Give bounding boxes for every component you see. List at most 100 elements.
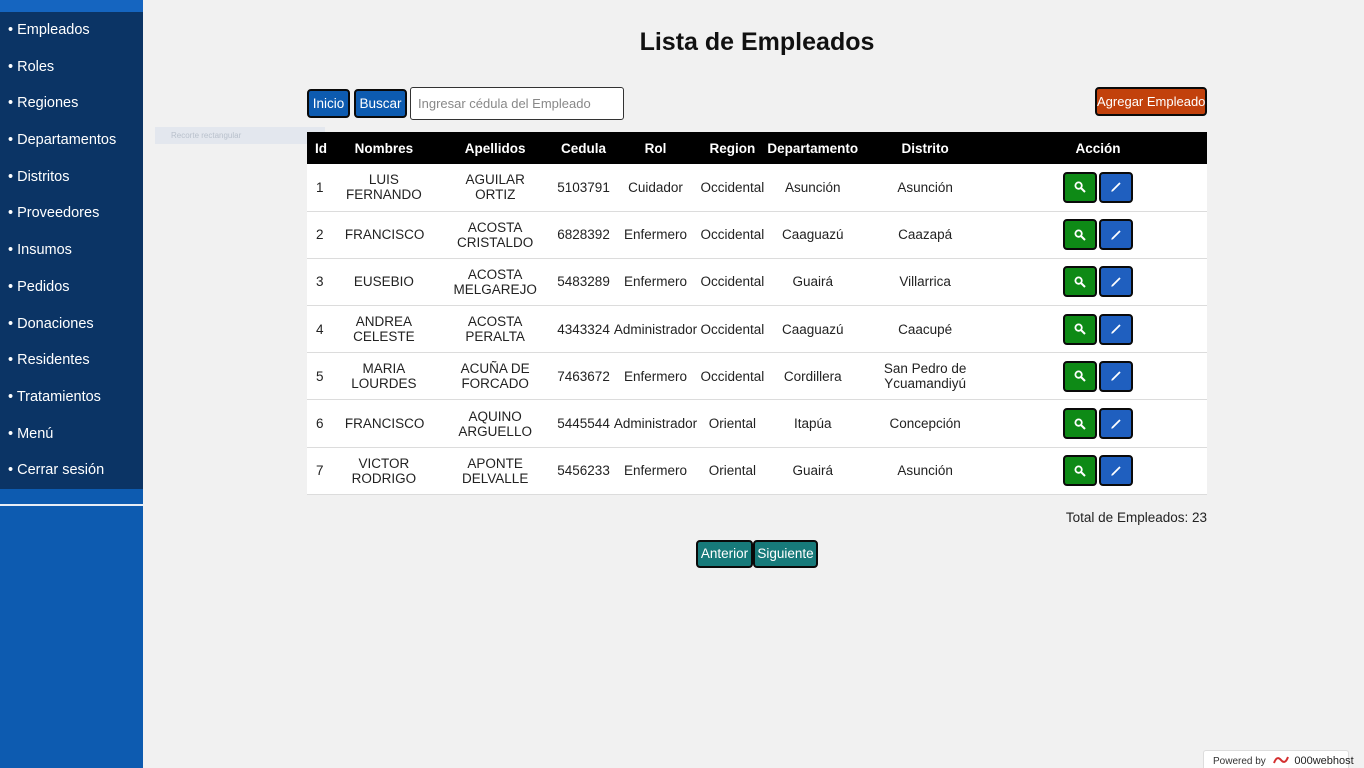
cell-distrito-text: Concepción <box>889 416 961 432</box>
cell-departamento: Caaguazú <box>764 211 861 258</box>
cell-departamento-text: Itapúa <box>794 416 832 432</box>
edit-button[interactable] <box>1098 266 1133 298</box>
cell-distrito-text: San Pedro de Ycuamandiyú <box>883 361 967 392</box>
pencil-icon <box>1110 418 1121 429</box>
cedula-search-input[interactable] <box>410 87 624 120</box>
buscar-button[interactable]: Buscar <box>354 89 407 118</box>
employees-table-container: Id Nombres Apellidos Cedula Rol Region D… <box>307 132 1207 495</box>
ghost-tooltip-label: Recorte rectangular <box>171 131 242 140</box>
edit-button[interactable] <box>1098 360 1133 392</box>
view-button[interactable] <box>1062 266 1097 298</box>
powered-by-brand: 000webhost <box>1294 755 1354 767</box>
cell-cedula: 5456233 <box>557 447 611 494</box>
search-icon <box>1074 465 1086 477</box>
cell-departamento-text: Guairá <box>792 463 834 479</box>
cell-distrito-text: Asunción <box>897 179 953 195</box>
sidebar-item-empleados[interactable]: • Empleados <box>0 12 143 49</box>
cell-cedula-text: 4343324 <box>557 321 610 337</box>
cell-region-text: Occidental <box>700 368 765 384</box>
cell-id-text: 3 <box>316 274 324 290</box>
cell-cedula: 7463672 <box>557 353 611 400</box>
table-row: 4 ANDREA CELESTE ACOSTA PERALTA 4343324 Admi… <box>307 306 1207 353</box>
cell-cedula-text: 5483289 <box>557 274 610 290</box>
cell-region-text: Occidental <box>700 227 765 243</box>
sidebar-item-regiones[interactable]: • Regiones <box>0 85 143 122</box>
search-icon <box>1074 323 1086 335</box>
cell-apellidos: AQUINO ARGUELLO <box>434 400 557 447</box>
powered-by-badge[interactable]: Powered by 000webhost <box>1203 750 1354 768</box>
cell-apellidos-text: ACUÑA DE FORCADO <box>460 361 530 392</box>
sidebar-item-cerrar-sesion[interactable]: • Cerrar sesión <box>0 452 143 489</box>
cell-cedula: 5103791 <box>557 164 611 211</box>
cell-apellidos: ACOSTA PERALTA <box>434 306 557 353</box>
siguiente-button[interactable]: Siguiente <box>753 540 818 568</box>
view-button[interactable] <box>1062 171 1097 203</box>
cell-distrito: San Pedro de Ycuamandiyú <box>861 353 989 400</box>
edit-button[interactable] <box>1098 313 1133 345</box>
cell-id-text: 5 <box>316 368 324 384</box>
cell-cedula-text: 6828392 <box>557 227 610 243</box>
view-button[interactable] <box>1062 360 1097 392</box>
anterior-button[interactable]: Anterior <box>696 540 753 568</box>
cell-id-text: 2 <box>316 227 324 243</box>
cell-region-text: Occidental <box>700 274 765 290</box>
sidebar-item-proveedores[interactable]: • Proveedores <box>0 195 143 232</box>
edit-button[interactable] <box>1098 219 1133 251</box>
cell-region: Occidental <box>701 211 765 258</box>
cell-id-text: 1 <box>316 179 324 195</box>
cell-rol-text: Cuidador <box>628 179 683 195</box>
col-header-rol: Rol <box>644 140 667 156</box>
sidebar-item-donaciones[interactable]: • Donaciones <box>0 306 143 343</box>
agregar-empleado-button[interactable]: Agregar Empleado <box>1095 87 1207 116</box>
col-header-departamento: Departamento <box>767 140 859 156</box>
sidebar-item-roles[interactable]: • Roles <box>0 49 143 86</box>
cell-region: Oriental <box>701 447 765 494</box>
view-button[interactable] <box>1062 455 1097 487</box>
cell-cedula: 6828392 <box>557 211 611 258</box>
cell-apellidos-text: AGUILAR ORTIZ <box>465 172 525 203</box>
table-row: 6 FRANCISCO AQUINO ARGUELLO 5445544 Administ… <box>307 400 1207 448</box>
cell-cedula: 5483289 <box>557 258 611 305</box>
pencil-icon <box>1110 466 1121 476</box>
ghost-tooltip: Recorte rectangular <box>155 127 325 144</box>
sidebar-item-insumos[interactable]: • Insumos <box>0 232 143 269</box>
cell-apellidos-text: ACOSTA CRISTALDO <box>457 219 534 250</box>
table-row: 3 EUSEBIO ACOSTA MELGAREJO 5483289 Enfermero… <box>307 258 1207 306</box>
sidebar-item-menu[interactable]: • Menú <box>0 416 143 453</box>
cell-departamento: Itapúa <box>764 400 861 447</box>
cell-apellidos-text: AQUINO ARGUELLO <box>458 408 532 439</box>
cell-id: 4 <box>307 306 334 353</box>
sidebar-item-residentes[interactable]: • Residentes <box>0 342 143 379</box>
cell-rol: Enfermero <box>611 447 701 494</box>
cell-distrito: Asunción <box>861 447 989 494</box>
cell-rol: Enfermero <box>611 211 701 258</box>
pencil-icon <box>1110 230 1121 240</box>
sidebar-item-tratamientos[interactable]: • Tratamientos <box>0 379 143 416</box>
cell-id-text: 7 <box>316 463 324 479</box>
table-body: 1 LUIS FERNANDO AGUILAR ORTIZ 5103791 Cuidad… <box>307 164 1207 495</box>
cell-id: 6 <box>307 400 334 447</box>
cell-id: 2 <box>307 211 334 258</box>
cell-departamento-text: Cordillera <box>783 368 842 384</box>
view-button[interactable] <box>1062 219 1097 251</box>
view-button[interactable] <box>1062 313 1097 345</box>
edit-button[interactable] <box>1098 455 1133 487</box>
cell-accion <box>989 258 1207 305</box>
cell-departamento-text: Asunción <box>785 179 841 195</box>
table-row: 5 MARIA LOURDES ACUÑA DE FORCADO 7463672 Enf… <box>307 353 1207 400</box>
col-header-accion: Acción <box>1075 140 1121 156</box>
table-row: 1 LUIS FERNANDO AGUILAR ORTIZ 5103791 Cuidad… <box>307 164 1207 212</box>
sidebar-item-distritos[interactable]: • Distritos <box>0 159 143 196</box>
view-button[interactable] <box>1062 408 1097 440</box>
edit-button[interactable] <box>1098 171 1133 203</box>
000webhost-logo-icon <box>1272 756 1289 764</box>
total-empleados: Total de Empleados: 23 <box>1065 510 1207 525</box>
search-icon <box>1074 181 1086 194</box>
search-icon <box>1074 418 1086 430</box>
edit-button[interactable] <box>1098 408 1133 440</box>
sidebar-item-pedidos[interactable]: • Pedidos <box>0 269 143 306</box>
cell-id: 1 <box>307 164 334 211</box>
sidebar-item-departamentos[interactable]: • Departamentos <box>0 122 143 159</box>
inicio-button[interactable]: Inicio <box>307 89 350 118</box>
cell-rol-text: Enfermero <box>624 368 688 384</box>
